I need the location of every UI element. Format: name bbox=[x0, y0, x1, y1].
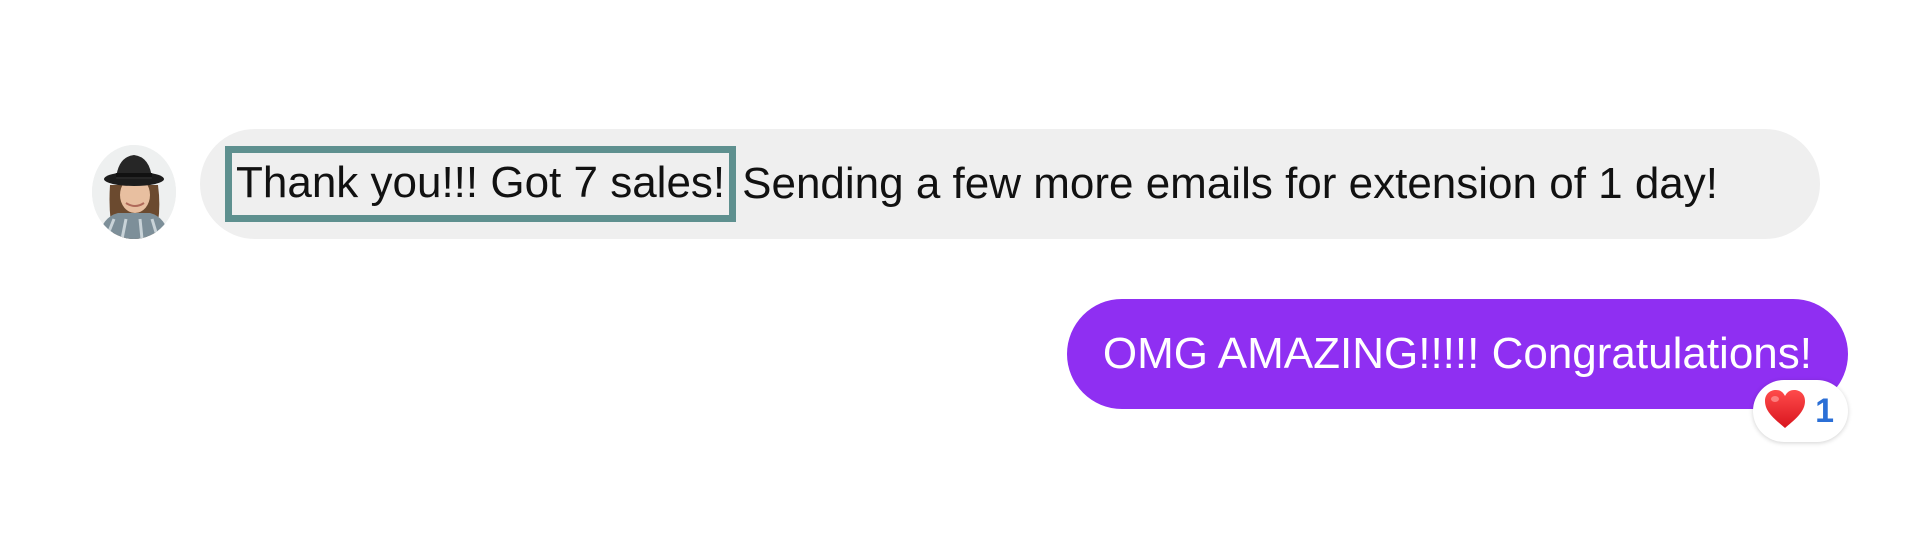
message-text: OMG AMAZING!!!!! Congratulations! bbox=[1102, 329, 1812, 378]
heart-icon bbox=[1763, 388, 1807, 435]
avatar-photo bbox=[92, 145, 176, 239]
sender-avatar[interactable] bbox=[92, 145, 176, 239]
outgoing-message-bubble[interactable]: OMG AMAZING!!!!! Congratulations! bbox=[1066, 299, 1848, 409]
message-text: Sending a few more emails for extension … bbox=[742, 159, 1719, 208]
message-thread: Thank you!!! Got 7 sales! Sending a few … bbox=[0, 0, 1920, 550]
reaction-count: 1 bbox=[1815, 391, 1834, 430]
highlighted-text: Thank you!!! Got 7 sales! bbox=[225, 145, 737, 223]
reaction-badge[interactable]: 1 bbox=[1753, 380, 1848, 442]
incoming-message-bubble[interactable]: Thank you!!! Got 7 sales! Sending a few … bbox=[200, 129, 1820, 239]
